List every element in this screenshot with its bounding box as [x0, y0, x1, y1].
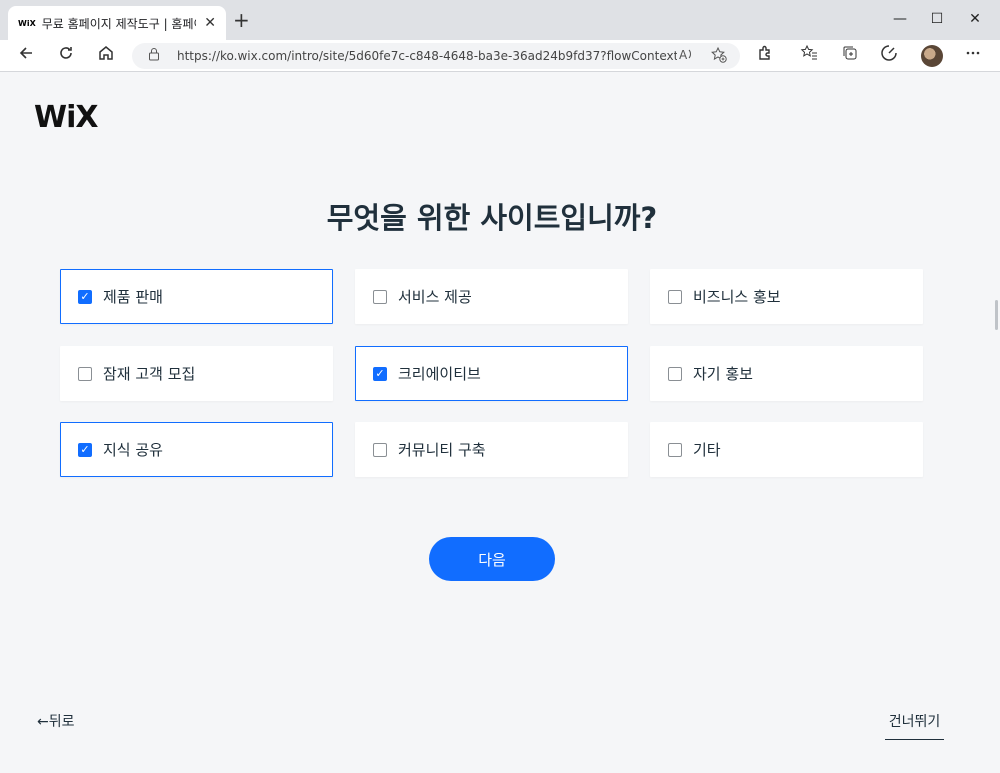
checkbox[interactable] — [78, 366, 92, 381]
next-button[interactable]: 다음 — [429, 537, 555, 581]
tab-title: 무료 홈페이지 제작도구 | 홈페이지 — [41, 16, 197, 31]
tab-close-icon[interactable]: ✕ — [204, 15, 216, 31]
lock-icon[interactable] — [148, 47, 160, 64]
close-window-button[interactable]: ✕ — [963, 8, 987, 30]
option-label: 지식 공유 — [103, 441, 163, 459]
back-link[interactable]: ←뒤로 — [37, 711, 75, 731]
back-arrow-icon[interactable] — [14, 44, 38, 68]
option-self-promo[interactable]: 자기 홍보 — [650, 346, 923, 401]
checkbox[interactable] — [668, 442, 682, 457]
wix-logo: WiX — [34, 100, 99, 135]
checkbox[interactable]: ✓ — [78, 442, 92, 457]
checkbox[interactable] — [668, 289, 682, 304]
favorites-icon[interactable] — [797, 44, 821, 68]
option-label: 자기 홍보 — [693, 365, 753, 383]
option-other[interactable]: 기타 — [650, 422, 923, 477]
performance-icon[interactable] — [877, 44, 901, 68]
option-knowledge[interactable]: ✓ 지식 공유 — [60, 422, 333, 477]
page-title: 무엇을 위한 사이트입니까? — [326, 201, 658, 235]
option-service[interactable]: 서비스 제공 — [355, 269, 628, 324]
option-label: 기타 — [693, 441, 721, 459]
option-label: 커뮤니티 구축 — [398, 441, 486, 459]
refresh-icon[interactable] — [54, 44, 78, 68]
option-label: 크리에이티브 — [398, 365, 481, 383]
new-tab-button[interactable]: + — [233, 10, 250, 30]
maximize-button[interactable]: ☐ — [925, 8, 949, 30]
scrollbar-thumb[interactable] — [995, 300, 998, 330]
option-label: 서비스 제공 — [398, 288, 472, 306]
skip-link[interactable]: 건너뛰기 — [885, 711, 944, 740]
option-business-promo[interactable]: 비즈니스 홍보 — [650, 269, 923, 324]
checkbox[interactable]: ✓ — [373, 366, 387, 381]
svg-text:A: A — [679, 48, 688, 62]
option-label: 비즈니스 홍보 — [693, 288, 781, 306]
browser-tab[interactable]: WiX 무료 홈페이지 제작도구 | 홈페이지 ✕ — [8, 6, 226, 40]
minimize-button[interactable]: — — [888, 8, 912, 30]
extensions-icon[interactable] — [753, 44, 777, 68]
option-community[interactable]: 커뮤니티 구축 — [355, 422, 628, 477]
collections-icon[interactable] — [838, 44, 862, 68]
option-product-sales[interactable]: ✓ 제품 판매 — [60, 269, 333, 324]
checkbox[interactable] — [668, 366, 682, 381]
option-label: 제품 판매 — [103, 288, 163, 306]
read-aloud-icon[interactable]: A — [678, 46, 694, 66]
address-bar[interactable]: https://ko.wix.com/intro/site/5d60fe7c-c… — [132, 43, 740, 69]
checkbox[interactable] — [373, 289, 387, 304]
checkbox[interactable]: ✓ — [78, 289, 92, 304]
more-icon[interactable] — [961, 44, 985, 68]
page-scrollbar[interactable] — [992, 72, 1000, 773]
home-icon[interactable] — [94, 44, 118, 68]
url-text[interactable]: https://ko.wix.com/intro/site/5d60fe7c-c… — [177, 49, 677, 63]
option-creative[interactable]: ✓ 크리에이티브 — [355, 346, 628, 401]
option-lead-gen[interactable]: 잠재 고객 모집 — [60, 346, 333, 401]
checkbox[interactable] — [373, 442, 387, 457]
tab-strip: WiX 무료 홈페이지 제작도구 | 홈페이지 ✕ + — ☐ ✕ — [0, 0, 1000, 40]
option-label: 잠재 고객 모집 — [103, 365, 196, 383]
favorite-add-icon[interactable] — [710, 46, 728, 68]
browser-toolbar: https://ko.wix.com/intro/site/5d60fe7c-c… — [0, 40, 1000, 72]
wix-favicon-icon: WiX — [18, 18, 36, 28]
profile-avatar[interactable] — [921, 45, 943, 67]
